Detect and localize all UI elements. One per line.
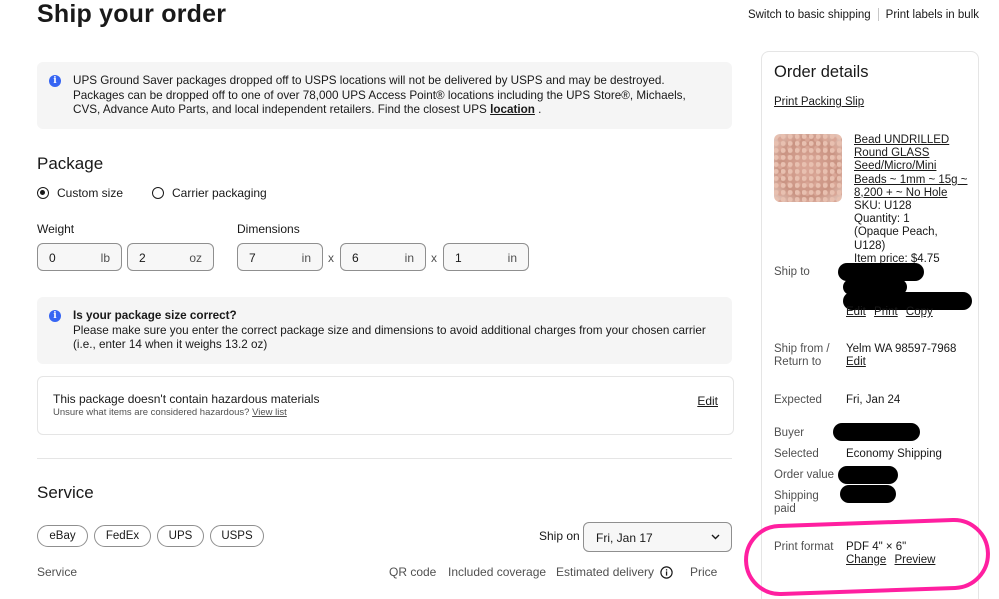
length-unit: in <box>301 251 311 265</box>
ship-on-select[interactable]: Fri, Jan 17 <box>583 522 732 552</box>
ship-to-print-link[interactable]: Print <box>874 306 898 318</box>
col-service: Service <box>37 565 78 579</box>
ship-on-value: Fri, Jan 17 <box>596 531 653 545</box>
weight-lb-field[interactable]: 0 lb <box>37 243 122 271</box>
ups-notice-text: UPS Ground Saver packages dropped off to… <box>73 74 713 118</box>
col-qr-code: QR code <box>389 565 437 579</box>
item-thumbnail[interactable] <box>774 134 842 202</box>
item-sku: SKU: U128 <box>854 200 912 213</box>
chevron-down-icon <box>711 534 720 540</box>
carrier-chip-ups[interactable]: UPS <box>157 525 204 547</box>
weight-oz-value[interactable]: 2 <box>139 251 146 265</box>
size-notice-title: Is your package size correct? <box>73 309 237 322</box>
selected-value: Economy Shipping <box>846 448 942 460</box>
custom-size-option[interactable]: Custom size <box>37 186 123 200</box>
length-field[interactable]: 7 in <box>237 243 323 271</box>
location-link[interactable]: location <box>490 103 535 116</box>
carrier-chip-fedex[interactable]: FedEx <box>94 525 151 547</box>
size-notice-text: Is your package size correct? Please mak… <box>73 309 713 353</box>
weight-label: Weight <box>37 222 75 236</box>
redacted-order-value <box>838 466 898 484</box>
redacted-shipping-paid <box>840 485 896 503</box>
item-quantity: Quantity: 1 <box>854 213 910 226</box>
carrier-chip-ebay[interactable]: eBay <box>37 525 88 547</box>
width-value[interactable]: 6 <box>352 251 359 265</box>
item-variant: (Opaque Peach, U128) <box>854 226 938 252</box>
height-field[interactable]: 1 in <box>443 243 529 271</box>
ship-from-edit-link[interactable]: Edit <box>846 356 866 368</box>
ups-notice-body: UPS Ground Saver packages dropped off to… <box>73 74 686 117</box>
width-field[interactable]: 6 in <box>340 243 426 271</box>
dimensions-label: Dimensions <box>237 222 300 236</box>
col-price: Price <box>690 565 718 579</box>
info-circle-icon[interactable] <box>660 565 673 579</box>
buyer-label: Buyer <box>774 427 805 439</box>
section-divider <box>37 458 732 459</box>
ship-on-label: Ship on <box>539 529 580 543</box>
hazmat-sub-text: Unsure what items are considered hazardo… <box>53 407 250 418</box>
view-list-link[interactable]: View list <box>252 407 287 418</box>
item-title-link[interactable]: Bead UNDRILLED Round GLASS Seed/Micro/Mi… <box>854 134 972 200</box>
redacted-buyer <box>833 423 920 441</box>
shipping-paid-label: Shipping paid <box>774 490 819 515</box>
col-included-coverage: Included coverage <box>448 565 547 579</box>
height-value[interactable]: 1 <box>455 251 462 265</box>
weight-oz-field[interactable]: 2 oz <box>127 243 214 271</box>
expected-label: Expected <box>774 394 822 406</box>
ups-notice-end: . <box>538 103 542 117</box>
weight-lb-unit: lb <box>100 251 110 265</box>
carrier-packaging-option[interactable]: Carrier packaging <box>152 186 267 200</box>
package-heading: Package <box>37 154 104 173</box>
order-details-title: Order details <box>774 63 869 81</box>
item-info: Bead UNDRILLED Round GLASS Seed/Micro/Mi… <box>854 134 972 266</box>
ship-from-label: Ship from / Return to <box>774 343 830 368</box>
hazmat-sub: Unsure what items are considered hazardo… <box>53 407 287 418</box>
carrier-packaging-radio[interactable] <box>152 187 164 199</box>
ship-to-copy-link[interactable]: Copy <box>906 306 933 318</box>
print-packing-slip-link[interactable]: Print Packing Slip <box>774 96 864 108</box>
annotation-highlight-circle <box>742 516 992 598</box>
carrier-packaging-label: Carrier packaging <box>172 186 267 200</box>
expected-value: Fri, Jan 24 <box>846 394 901 406</box>
ship-to-edit-link[interactable]: Edit <box>846 306 866 318</box>
info-icon: i <box>49 310 61 322</box>
size-notice-body: Please make sure you enter the correct p… <box>73 323 706 352</box>
length-value[interactable]: 7 <box>249 251 256 265</box>
print-labels-bulk-link[interactable]: Print labels in bulk <box>886 9 979 21</box>
weight-lb-value[interactable]: 0 <box>49 251 56 265</box>
dimension-separator: x <box>431 251 437 265</box>
col-estimated-delivery: Estimated delivery <box>556 565 673 579</box>
page-title: Ship your order <box>37 0 227 28</box>
switch-basic-shipping-link[interactable]: Switch to basic shipping <box>748 9 871 21</box>
link-divider <box>877 8 879 21</box>
weight-oz-unit: oz <box>189 251 202 265</box>
ups-notice-banner: i UPS Ground Saver packages dropped off … <box>37 62 732 129</box>
ship-to-label: Ship to <box>774 266 810 278</box>
height-unit: in <box>507 251 517 265</box>
col-estimated-delivery-label: Estimated delivery <box>556 565 655 579</box>
hazmat-title: This package doesn't contain hazardous m… <box>53 392 320 406</box>
service-heading: Service <box>37 483 94 502</box>
custom-size-radio[interactable] <box>37 187 49 199</box>
order-value-label: Order value <box>774 469 835 481</box>
ship-from-value: Yelm WA 98597-7968 <box>846 343 957 355</box>
carrier-chip-usps[interactable]: USPS <box>210 525 264 547</box>
hazmat-card: This package doesn't contain hazardous m… <box>37 376 734 435</box>
dimension-separator: x <box>328 251 334 265</box>
top-links: Switch to basic shipping Print labels in… <box>748 8 979 21</box>
package-size-notice: i Is your package size correct? Please m… <box>37 297 732 364</box>
ship-to-actions: Edit Print Copy <box>846 306 933 318</box>
width-unit: in <box>404 251 414 265</box>
hazmat-edit-link[interactable]: Edit <box>697 394 718 408</box>
info-icon: i <box>49 75 61 87</box>
custom-size-label: Custom size <box>57 186 124 200</box>
selected-label: Selected <box>774 448 819 460</box>
